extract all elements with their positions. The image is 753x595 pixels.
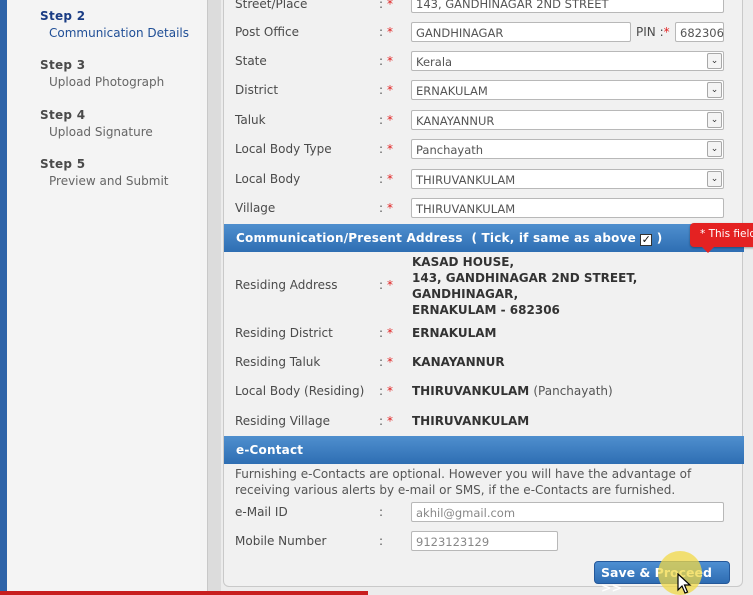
step-4-upload-signature[interactable]: Step 4 Upload Signature <box>40 108 153 139</box>
step-number: Step 3 <box>40 58 86 72</box>
taluk-label: Taluk <box>235 113 266 127</box>
local-body-row: Local Body : * THIRUVANKULAM ⌄ <box>224 165 744 194</box>
econtact-note: Furnishing e-Contacts are optional. Howe… <box>235 467 692 497</box>
district-select[interactable]: ERNAKULAM ⌄ <box>411 80 724 100</box>
residing-address-label: Residing Address <box>235 278 338 292</box>
step-title: Upload Signature <box>49 125 153 139</box>
local-body-type-label: Local Body Type <box>235 142 332 156</box>
colon: : * <box>379 25 394 39</box>
colon: : * <box>379 83 394 97</box>
residing-district-value: ERNAKULAM <box>412 326 497 340</box>
chevron-down-icon[interactable]: ⌄ <box>707 141 722 157</box>
residing-taluk-label: Residing Taluk <box>235 355 321 369</box>
local-body-label: Local Body <box>235 172 301 186</box>
state-select[interactable]: Kerala ⌄ <box>411 51 724 71</box>
step-title: Upload Photograph <box>49 75 165 89</box>
section-title: Communication/Present Address ( Tick, if… <box>236 231 663 246</box>
residing-district-label: Residing District <box>235 326 333 340</box>
colon: : * <box>379 326 394 340</box>
local-body-type-select[interactable]: Panchayath ⌄ <box>411 139 724 159</box>
step-2-communication-details[interactable]: Step 2 Communication Details <box>40 9 189 40</box>
district-label: District <box>235 83 279 97</box>
sidebar-divider <box>207 0 221 595</box>
step-number: Step 4 <box>40 108 86 122</box>
sidebar-accent-edge <box>0 0 7 595</box>
district-selected-value: ERNAKULAM <box>416 84 488 98</box>
residing-address-value: KASAD HOUSE, 143, GANDHINAGAR 2ND STREET… <box>412 255 638 317</box>
mouse-cursor-icon <box>677 573 692 594</box>
residing-village-label: Residing Village <box>235 414 331 428</box>
village-label: Village <box>235 201 276 215</box>
colon: : * <box>379 278 394 292</box>
street-place-label: Street/Place <box>235 0 308 11</box>
chevron-down-icon[interactable]: ⌄ <box>707 53 722 69</box>
progress-underline <box>0 591 368 595</box>
pin-input[interactable]: 682306 <box>675 22 724 42</box>
local-body-selected-value: THIRUVANKULAM <box>416 173 516 187</box>
chevron-down-icon[interactable]: ⌄ <box>707 82 722 98</box>
colon: : <box>379 505 384 519</box>
local-body-type-selected-value: Panchayath <box>416 143 484 157</box>
step-number: Step 2 <box>40 9 86 23</box>
taluk-select[interactable]: KANAYANNUR ⌄ <box>411 110 724 130</box>
step-title: Communication Details <box>49 26 189 40</box>
colon: : * <box>379 414 394 428</box>
taluk-row: Taluk : * KANAYANNUR ⌄ <box>224 106 744 135</box>
residing-taluk-value: KANAYANNUR <box>412 355 505 369</box>
mobile-input[interactable]: 9123123129 <box>411 531 558 551</box>
state-label: State <box>235 54 267 68</box>
step-title: Preview and Submit <box>49 174 169 188</box>
colon: : * <box>379 113 394 127</box>
tooltip-arrow <box>702 247 714 253</box>
wizard-sidebar: Step 2 Communication Details Step 3 Uplo… <box>0 0 207 595</box>
mobile-label: Mobile Number <box>235 534 327 548</box>
state-row: State : * Kerala ⌄ <box>224 47 744 76</box>
residing-village-row: Residing Village : * THIRUVANKULAM <box>224 407 744 436</box>
communication-details-panel: Street/Place : * 143, GANDHINAGAR 2ND STR… <box>223 0 744 587</box>
local-body-residing-value: THIRUVANKULAM (Panchayath) <box>412 384 613 398</box>
colon: : * <box>379 384 394 398</box>
residing-taluk-row: Residing Taluk : * KANAYANNUR <box>224 348 744 377</box>
present-address-section-header: Communication/Present Address ( Tick, if… <box>224 224 744 252</box>
street-place-row: Street/Place : * 143, GANDHINAGAR 2ND STR… <box>224 0 744 19</box>
econtact-section-header: e-Contact <box>224 436 744 464</box>
step-3-upload-photograph[interactable]: Step 3 Upload Photograph <box>40 58 164 89</box>
local-body-residing-label: Local Body (Residing) <box>235 384 365 398</box>
taluk-selected-value: KANAYANNUR <box>416 114 495 128</box>
colon: : * <box>379 54 394 68</box>
colon: : * <box>379 172 394 186</box>
email-label: e-Mail ID <box>235 505 288 519</box>
village-row: Village : * THIRUVANKULAM <box>224 194 744 223</box>
colon: : * <box>379 201 394 215</box>
email-input[interactable]: akhil@gmail.com <box>411 502 724 522</box>
pin-label: PIN :* <box>636 25 670 39</box>
colon: : * <box>379 355 394 369</box>
residing-village-value: THIRUVANKULAM <box>412 414 530 428</box>
street-place-input[interactable]: 143, GANDHINAGAR 2ND STREET <box>411 0 724 13</box>
residing-district-row: Residing District : * ERNAKULAM <box>224 319 744 348</box>
local-body-select[interactable]: THIRUVANKULAM ⌄ <box>411 169 724 189</box>
state-selected-value: Kerala <box>416 55 453 69</box>
chevron-down-icon[interactable]: ⌄ <box>707 112 722 128</box>
step-5-preview-and-submit[interactable]: Step 5 Preview and Submit <box>40 157 168 188</box>
colon: : * <box>379 142 394 156</box>
validation-tooltip: * This field <box>690 223 753 253</box>
village-input[interactable]: THIRUVANKULAM <box>411 198 724 218</box>
post-office-row: Post Office : * GANDHINAGAR PIN :* 682306 <box>224 18 744 47</box>
same-as-above-checkbox[interactable]: ✓ <box>640 234 653 246</box>
email-row: e-Mail ID : akhil@gmail.com <box>224 498 744 527</box>
post-office-input[interactable]: GANDHINAGAR <box>411 22 631 42</box>
colon: : * <box>379 0 394 11</box>
section-title: e-Contact <box>236 443 304 457</box>
local-body-residing-row: Local Body (Residing) : * THIRUVANKULAM (… <box>224 377 744 406</box>
local-body-type-row: Local Body Type : * Panchayath ⌄ <box>224 135 744 164</box>
step-number: Step 5 <box>40 157 86 171</box>
form-area: Street/Place : * 143, GANDHINAGAR 2ND STR… <box>221 0 753 595</box>
mobile-row: Mobile Number : 9123123129 <box>224 527 744 556</box>
post-office-label: Post Office <box>235 25 299 39</box>
chevron-down-icon[interactable]: ⌄ <box>707 171 722 187</box>
district-row: District : * ERNAKULAM ⌄ <box>224 76 744 105</box>
colon: : <box>379 534 384 548</box>
